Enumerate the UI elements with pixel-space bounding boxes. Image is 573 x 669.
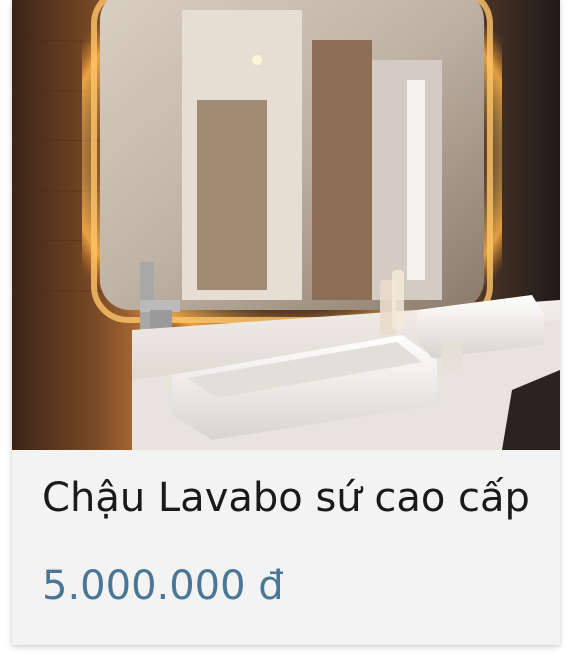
product-card[interactable]: Chậu Lavabo sứ cao cấp 5.000.000 đ (12, 0, 560, 645)
product-image[interactable] (12, 0, 560, 450)
product-price: 5.000.000 đ (42, 563, 284, 609)
product-title[interactable]: Chậu Lavabo sứ cao cấp (12, 470, 560, 526)
